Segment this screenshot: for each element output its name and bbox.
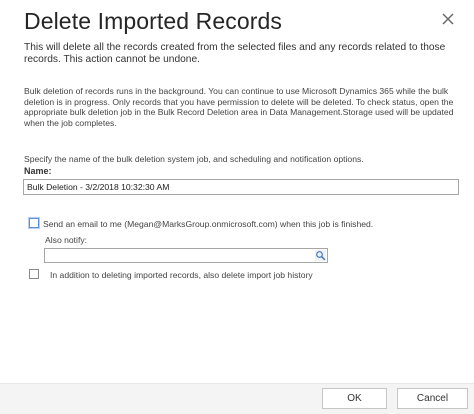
cancel-button[interactable]: Cancel <box>397 388 468 409</box>
lookup-icon[interactable] <box>315 250 326 261</box>
also-notify-label: Also notify: <box>45 235 88 245</box>
warning-text: This will delete all the records created… <box>24 42 446 65</box>
name-label: Name: <box>24 166 52 176</box>
also-notify-input[interactable] <box>44 248 328 263</box>
email-checkbox[interactable] <box>29 218 39 228</box>
info-text: Bulk deletion of records runs in the bac… <box>24 86 454 128</box>
ok-button[interactable]: OK <box>322 388 387 409</box>
email-checkbox-label: Send an email to me (Megan@MarksGroup.on… <box>43 219 374 229</box>
specify-instructions: Specify the name of the bulk deletion sy… <box>24 154 364 164</box>
delete-history-checkbox[interactable] <box>29 269 39 279</box>
name-input[interactable]: Bulk Deletion - 3/2/2018 10:32:30 AM <box>23 179 459 195</box>
delete-history-label: In addition to deleting imported records… <box>50 270 313 280</box>
delete-imported-records-dialog: Delete Imported Records This will delete… <box>0 0 474 414</box>
dialog-title: Delete Imported Records <box>24 8 282 34</box>
close-icon[interactable] <box>441 12 455 26</box>
